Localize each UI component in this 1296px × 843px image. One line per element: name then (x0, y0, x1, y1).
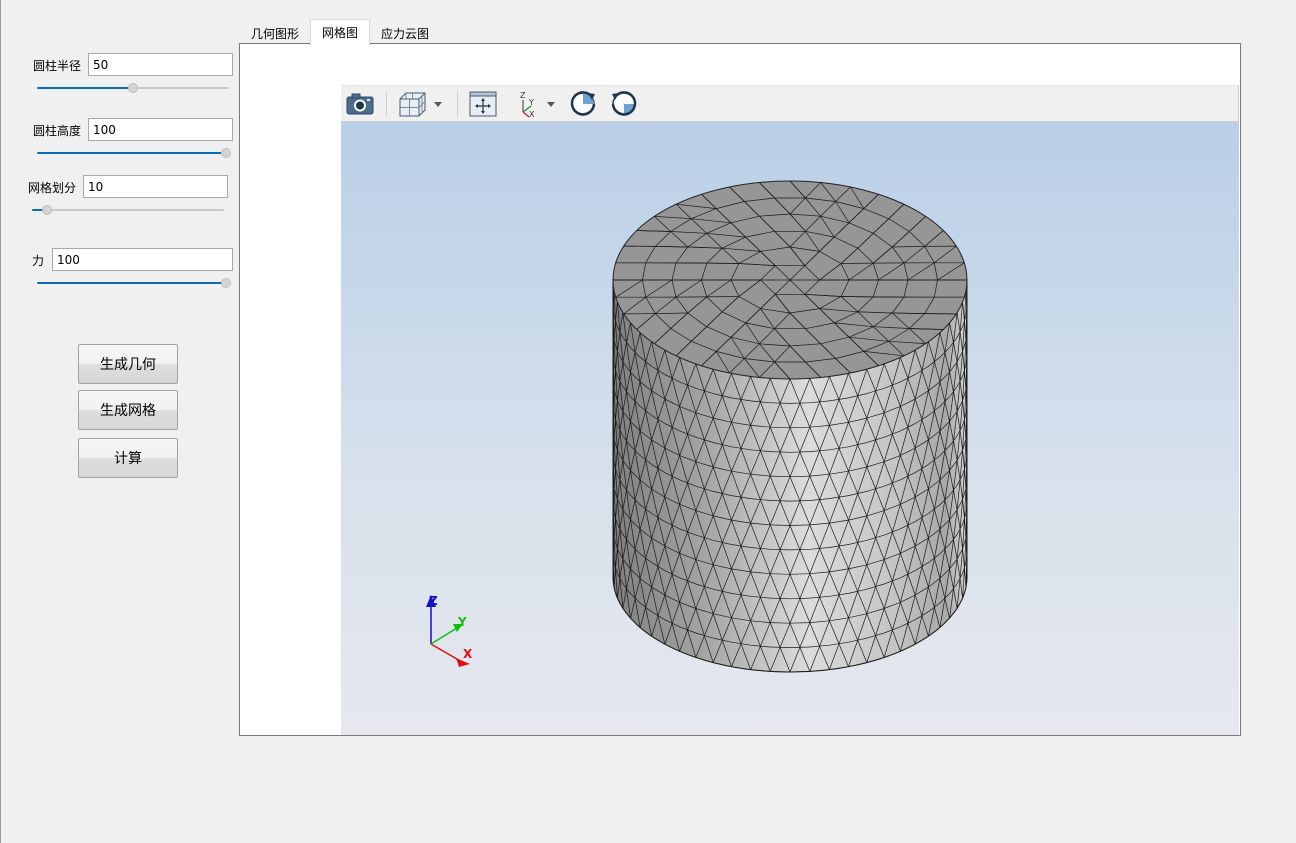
cylinder-mesh[interactable] (612, 180, 968, 673)
axis-z-label: Z (429, 594, 438, 608)
fit-all-icon[interactable] (468, 90, 498, 118)
camera-icon[interactable] (345, 90, 375, 118)
radius-input[interactable] (88, 53, 233, 76)
axis-y-label: Y (457, 615, 467, 629)
mesh-division-slider[interactable] (32, 204, 224, 216)
generate-mesh-button[interactable]: 生成网格 (78, 390, 178, 430)
radius-slider[interactable] (37, 82, 229, 94)
height-label: 圆柱高度 (33, 124, 82, 138)
height-slider[interactable] (37, 147, 231, 159)
axes-triad: Z Y X (426, 594, 473, 667)
force-slider-handle[interactable] (221, 278, 231, 288)
svg-text:Y: Y (528, 98, 534, 107)
view-cube-icon[interactable] (397, 90, 447, 118)
view-tabs: 几何图形 网格图 应力云图 (240, 19, 440, 45)
mesh-division-label: 网格划分 (28, 181, 77, 195)
height-input[interactable] (88, 118, 233, 141)
rotate-ccw-icon[interactable] (609, 90, 639, 118)
height-slider-handle[interactable] (221, 148, 231, 158)
svg-text:X: X (529, 110, 535, 118)
mesh-division-input[interactable] (83, 175, 228, 198)
mesh-viewer[interactable]: Z Y X Z Y X (341, 85, 1239, 735)
mesh-division-slider-handle[interactable] (42, 205, 53, 215)
tab-stress[interactable]: 应力云图 (370, 21, 440, 45)
radius-slider-handle[interactable] (128, 83, 138, 93)
rotate-cw-icon[interactable] (568, 90, 598, 118)
force-slider[interactable] (37, 277, 231, 289)
generate-geometry-button[interactable]: 生成几何 (78, 344, 178, 384)
compute-button[interactable]: 计算 (78, 438, 178, 478)
tab-mesh[interactable]: 网格图 (310, 19, 371, 45)
force-input[interactable] (52, 248, 233, 271)
svg-text:Z: Z (520, 91, 526, 100)
axes-orientation-icon[interactable]: Z Y X (511, 90, 559, 118)
axis-x-label: X (463, 647, 473, 661)
force-label: 力 (32, 254, 45, 268)
viewer-toolbar: Z Y X (341, 85, 1239, 122)
viewport-3d[interactable]: Z Y X (341, 122, 1239, 735)
tab-geometry[interactable]: 几何图形 (240, 21, 310, 45)
radius-label: 圆柱半径 (33, 59, 82, 73)
